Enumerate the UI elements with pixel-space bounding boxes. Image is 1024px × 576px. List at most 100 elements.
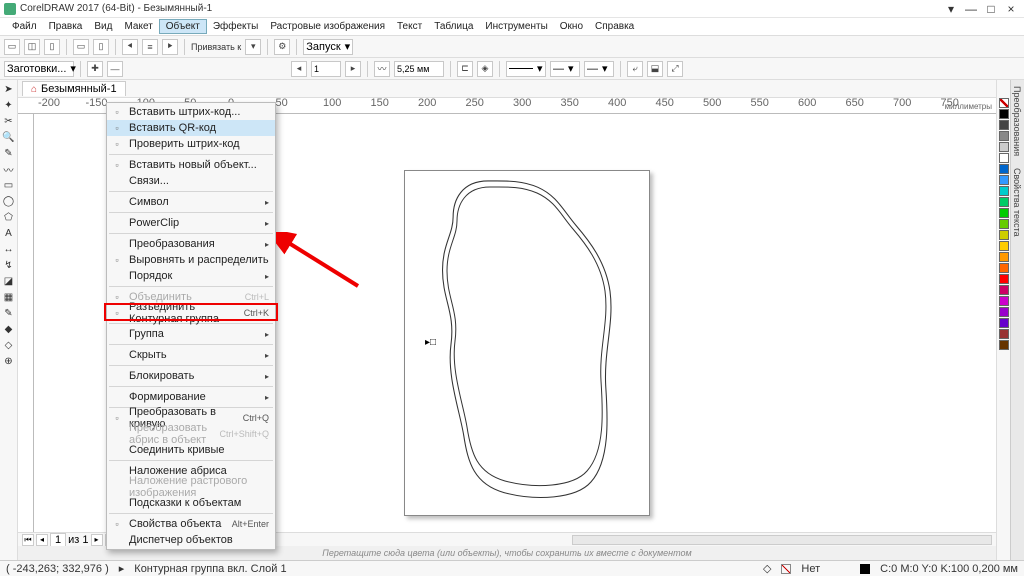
more-icon[interactable]: ⊕ — [2, 354, 16, 368]
menu-item[interactable]: Блокировать▸ — [107, 368, 275, 384]
end-arrow-combo[interactable]: —▾ — [584, 61, 614, 77]
menu-вид[interactable]: Вид — [88, 20, 118, 33]
page-count[interactable]: 1 — [311, 61, 341, 77]
color-swatch[interactable] — [999, 263, 1009, 273]
text-tool[interactable]: A — [2, 226, 16, 240]
color-swatch[interactable] — [999, 296, 1009, 306]
color-swatch[interactable] — [999, 274, 1009, 284]
new-icon[interactable]: ✚ — [87, 61, 103, 77]
close-button[interactable]: × — [1002, 2, 1020, 16]
menu-item[interactable]: Группа▸ — [107, 326, 275, 342]
color-swatch[interactable] — [999, 340, 1009, 350]
transparency-tool[interactable]: ▦ — [2, 290, 16, 304]
menu-item[interactable]: Формирование▸ — [107, 389, 275, 405]
stroke-icon[interactable]: 〰 — [374, 61, 390, 77]
rectangle-tool[interactable]: ▭ — [2, 178, 16, 192]
color-swatch[interactable] — [999, 109, 1009, 119]
snap-dropdown[interactable]: ▾ — [245, 39, 261, 55]
scrollbar-horizontal[interactable] — [572, 535, 992, 545]
freehand-tool[interactable]: ✎ — [2, 146, 16, 160]
nav-next[interactable]: ▸ — [91, 534, 103, 546]
menu-item[interactable]: Порядок▸ — [107, 268, 275, 284]
menu-объект[interactable]: Объект — [159, 19, 207, 34]
shape-tool-icon[interactable]: ◫ — [24, 39, 40, 55]
menu-окно[interactable]: Окно — [554, 20, 589, 33]
wrap-icon[interactable]: ⤶ — [627, 61, 643, 77]
align-center-icon[interactable]: ≡ — [142, 39, 158, 55]
zoom-tool[interactable]: 🔍 — [2, 130, 16, 144]
color-swatch[interactable] — [999, 208, 1009, 218]
color-swatch[interactable] — [999, 307, 1009, 317]
pick-tool-icon[interactable]: ▭ — [4, 39, 20, 55]
connector-tool[interactable]: ↯ — [2, 258, 16, 272]
behind-icon[interactable]: ⬓ — [647, 61, 663, 77]
docker-tab-transform[interactable]: Преобразования — [1011, 80, 1023, 162]
landscape-icon[interactable]: ▭ — [73, 39, 89, 55]
prop-icon[interactable]: ▯ — [44, 39, 60, 55]
menu-таблица[interactable]: Таблица — [428, 20, 479, 33]
launch-combo[interactable]: Запуск▾ — [303, 39, 353, 55]
menu-item[interactable]: ▫Проверить штрих-код — [107, 136, 275, 152]
color-swatch[interactable] — [999, 120, 1009, 130]
artistic-tool[interactable]: 〰 — [2, 162, 16, 176]
color-swatch[interactable] — [999, 175, 1009, 185]
menu-item[interactable]: Диспетчер объектов — [107, 532, 275, 548]
swatch-none[interactable] — [999, 98, 1009, 108]
cap-icon[interactable]: ⊏ — [457, 61, 473, 77]
color-swatch[interactable] — [999, 230, 1009, 240]
menu-item[interactable]: Скрыть▸ — [107, 347, 275, 363]
extra-button[interactable]: ▾ — [942, 2, 960, 16]
menu-макет[interactable]: Макет — [118, 20, 158, 33]
menu-текст[interactable]: Текст — [391, 20, 428, 33]
ellipse-tool[interactable]: ◯ — [2, 194, 16, 208]
start-arrow-combo[interactable]: —▾ — [550, 61, 580, 77]
color-swatch[interactable] — [999, 285, 1009, 295]
portrait-icon[interactable]: ▯ — [93, 39, 109, 55]
color-swatch[interactable] — [999, 131, 1009, 141]
menu-растровые изображения[interactable]: Растровые изображения — [264, 20, 391, 33]
line-style-combo[interactable]: ▾ — [506, 61, 546, 77]
eyedropper-tool[interactable]: ✎ — [2, 306, 16, 320]
color-swatch[interactable] — [999, 153, 1009, 163]
color-swatch[interactable] — [999, 219, 1009, 229]
nav-page-field[interactable]: 1 — [50, 533, 66, 547]
color-swatch[interactable] — [999, 186, 1009, 196]
menu-item[interactable]: ▫Разъединить Контурная группаCtrl+K — [107, 305, 275, 321]
outline-width[interactable]: 5,25 мм — [394, 61, 444, 77]
menu-item[interactable]: Соединить кривые — [107, 442, 275, 458]
doc-tab[interactable]: ⌂ Безымянный-1 — [22, 81, 126, 96]
polygon-tool[interactable]: ⬠ — [2, 210, 16, 224]
color-swatch[interactable] — [999, 329, 1009, 339]
ruler-vertical[interactable] — [18, 114, 34, 532]
menu-справка[interactable]: Справка — [589, 20, 640, 33]
menu-item[interactable]: ▫Свойства объектаAlt+Enter — [107, 516, 275, 532]
menu-item[interactable]: ▫Выровнять и распределить — [107, 252, 275, 268]
docker-tab-text[interactable]: Свойства текста — [1011, 162, 1023, 243]
menu-item[interactable]: Символ▸ — [107, 194, 275, 210]
templates-combo[interactable]: Заготовки...▾ — [4, 61, 74, 77]
maximize-button[interactable]: □ — [982, 2, 1000, 16]
menu-item[interactable]: Преобразования▸ — [107, 236, 275, 252]
menu-item[interactable]: ▫Вставить штрих-код... — [107, 104, 275, 120]
color-swatch[interactable] — [999, 197, 1009, 207]
delete-icon[interactable]: — — [107, 61, 123, 77]
menu-файл[interactable]: Файл — [6, 20, 43, 33]
dropshadow-tool[interactable]: ◪ — [2, 274, 16, 288]
menu-item[interactable]: ▫Вставить новый объект... — [107, 157, 275, 173]
outline-tool[interactable]: ◇ — [2, 338, 16, 352]
settings-icon[interactable]: ⚙ — [274, 39, 290, 55]
page-prev[interactable]: ◂ — [291, 61, 307, 77]
color-swatch[interactable] — [999, 318, 1009, 328]
minimize-button[interactable]: — — [962, 2, 980, 16]
join-icon[interactable]: ◈ — [477, 61, 493, 77]
align-right-icon[interactable]: ⯈ — [162, 39, 178, 55]
nav-prev[interactable]: ◂ — [36, 534, 48, 546]
menu-item[interactable]: Подсказки к объектам — [107, 495, 275, 511]
dimension-tool[interactable]: ↔ — [2, 242, 16, 256]
fill-tool[interactable]: ◆ — [2, 322, 16, 336]
nav-first[interactable]: ⏮ — [22, 534, 34, 546]
menu-инструменты[interactable]: Инструменты — [479, 20, 553, 33]
scale-icon[interactable]: ⤢ — [667, 61, 683, 77]
pick-tool[interactable]: ➤ — [2, 82, 16, 96]
crop-tool[interactable]: ✂ — [2, 114, 16, 128]
